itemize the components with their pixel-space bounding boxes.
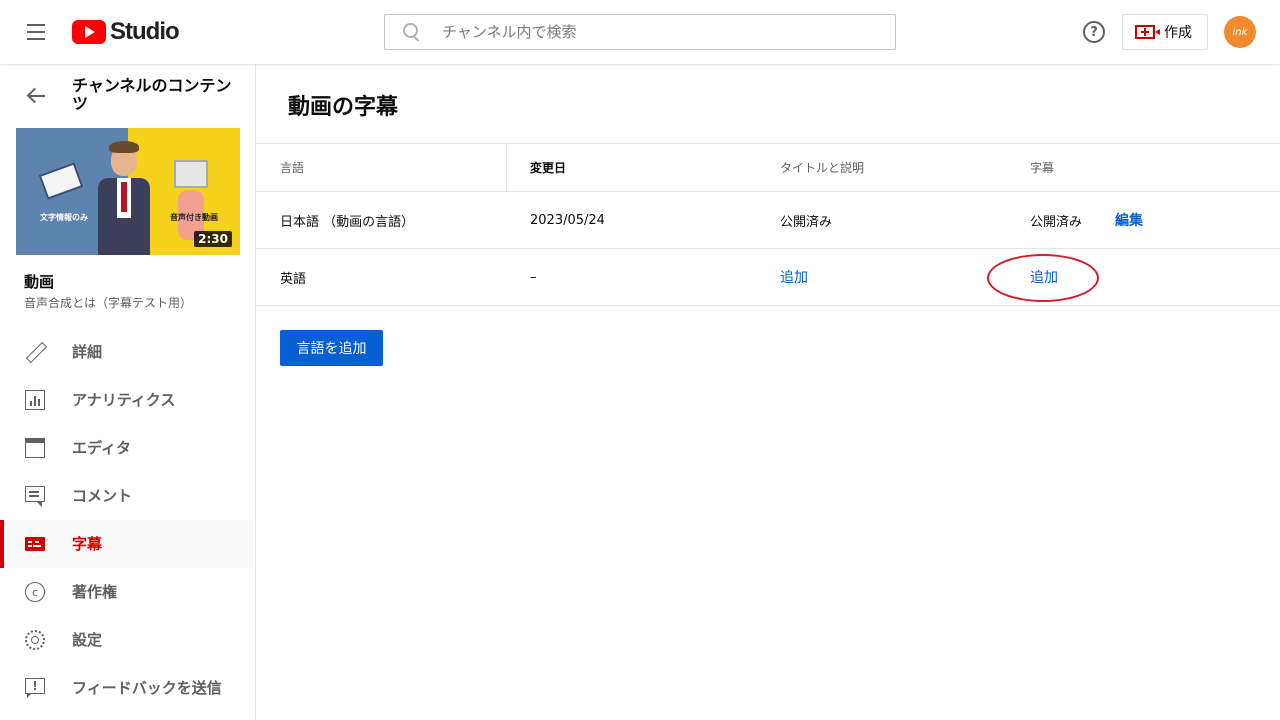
hamburger-menu-icon[interactable] [20, 16, 52, 48]
column-header-subtitles: 字幕 [1030, 161, 1055, 175]
youtube-logo-icon [72, 20, 106, 44]
edit-subtitles-link[interactable]: 編集 [1115, 192, 1143, 248]
column-divider [506, 144, 507, 192]
top-bar: Studio ? 作成 ink [0, 0, 1280, 64]
screen-illustration [174, 160, 208, 188]
language-cell: 英語 [280, 271, 307, 287]
gear-icon [25, 630, 45, 650]
analytics-icon [25, 390, 45, 410]
feedback-icon: ! [25, 678, 45, 698]
column-header-title-description: タイトルと説明 [780, 161, 865, 175]
video-label: 動画 [24, 273, 55, 291]
sidebar-title: チャンネルのコンテンツ [72, 76, 232, 113]
create-button[interactable]: 作成 [1122, 14, 1208, 50]
sidebar-nav: 詳細 アナリティクス エディタ コメント 字幕 c 著作権 設定 ! フィードバ… [0, 328, 255, 712]
table-header-row: 言語 変更日 タイトルと説明 字幕 [256, 143, 1280, 192]
copyright-icon: c [25, 582, 45, 602]
avatar[interactable]: ink [1224, 16, 1256, 48]
subtitles-status: 公開済み [1030, 214, 1083, 230]
subtitles-table: 言語 変更日 タイトルと説明 字幕 日本語 （動画の言語） 2023/05/24… [256, 143, 1280, 306]
back-arrow-icon[interactable] [26, 88, 46, 104]
video-title: 音声合成とは（字幕テスト用） [24, 296, 193, 310]
create-video-icon [1135, 25, 1160, 39]
sidebar-item-label: フィードバックを送信 [72, 679, 222, 697]
search-icon[interactable] [401, 22, 421, 42]
sidebar-item-label: エディタ [72, 439, 131, 457]
table-row: 英語 – 追加 追加 [256, 249, 1280, 306]
add-title-description-link[interactable]: 追加 [780, 249, 808, 305]
comment-icon [25, 486, 45, 507]
thumbnail-caption-left: 文字情報のみ [40, 213, 88, 222]
column-header-modified[interactable]: 変更日 [530, 144, 566, 191]
sidebar-item-label: 著作権 [72, 583, 118, 601]
sidebar-item-analytics[interactable]: アナリティクス [0, 376, 255, 424]
studio-logo[interactable]: Studio [72, 18, 180, 45]
sidebar-item-label: 詳細 [72, 343, 103, 361]
modified-date-cell: 2023/05/24 [530, 212, 605, 228]
column-header-language[interactable]: 言語 [280, 144, 304, 191]
video-duration: 2:30 [194, 231, 232, 247]
table-row: 日本語 （動画の言語） 2023/05/24 公開済み 公開済み 編集 [256, 192, 1280, 249]
sidebar-item-subtitles[interactable]: 字幕 [0, 520, 255, 568]
sidebar-item-comments[interactable]: コメント [0, 472, 255, 520]
title-description-status: 公開済み [780, 214, 833, 230]
sidebar-item-copyright[interactable]: c 著作権 [0, 568, 255, 616]
sidebar-item-label: アナリティクス [72, 391, 176, 409]
sidebar-item-settings[interactable]: 設定 [0, 616, 255, 664]
modified-date-cell: – [530, 269, 537, 285]
search-input[interactable] [442, 23, 862, 41]
sidebar-item-feedback[interactable]: ! フィードバックを送信 [0, 664, 255, 712]
subtitles-icon [25, 537, 45, 551]
sidebar-item-editor[interactable]: エディタ [0, 424, 255, 472]
create-label: 作成 [1164, 25, 1192, 41]
language-cell: 日本語 （動画の言語） [280, 214, 415, 230]
sidebar-item-label: 字幕 [72, 535, 103, 553]
page-title: 動画の字幕 [288, 95, 399, 120]
editor-icon [25, 438, 45, 458]
sidebar: チャンネルのコンテンツ 文字情報のみ 音声付き動画 2:30 動画 音声合成とは… [0, 64, 256, 720]
sidebar-item-label: コメント [72, 487, 133, 505]
sidebar-item-details[interactable]: 詳細 [0, 328, 255, 376]
video-thumbnail[interactable]: 文字情報のみ 音声付き動画 2:30 [16, 128, 240, 255]
pencil-icon [25, 342, 45, 362]
search-box[interactable] [384, 14, 896, 50]
logo-text: Studio [110, 18, 180, 45]
add-subtitles-link[interactable]: 追加 [1030, 249, 1058, 305]
help-icon[interactable]: ? [1083, 21, 1105, 43]
sidebar-item-label: 設定 [72, 631, 103, 649]
thumbnail-caption-right: 音声付き動画 [170, 213, 218, 222]
add-language-button[interactable]: 言語を追加 [280, 330, 383, 366]
